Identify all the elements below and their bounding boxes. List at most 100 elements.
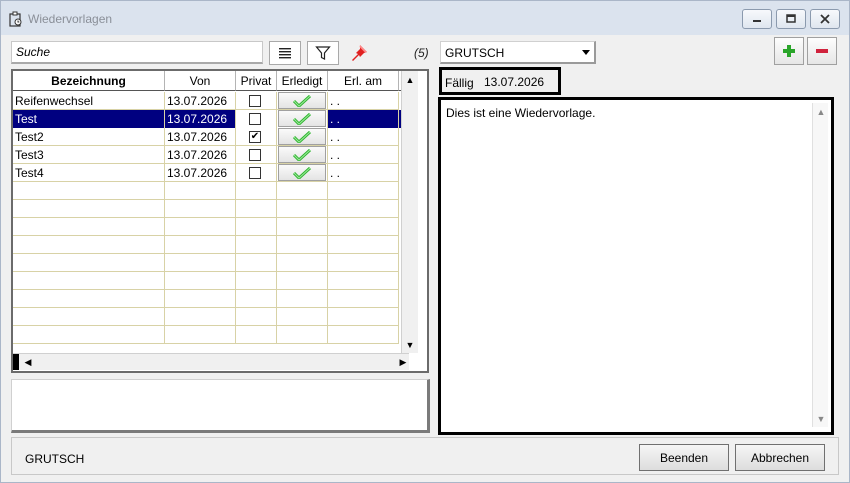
cell-von: 13.07.2026 [165,128,236,146]
memo-textarea[interactable]: Dies ist eine Wiedervorlage. ▲ ▼ [438,97,834,435]
erledigt-button[interactable] [278,110,326,127]
filter-button[interactable] [307,41,339,65]
minus-icon [816,49,828,53]
cell-erledigt [277,128,328,146]
column-header-bezeichnung[interactable]: Bezeichnung [13,71,165,91]
empty-row [13,200,409,218]
cell-bezeichnung [13,218,165,236]
wiedervorlagen-window: Wiedervorlagen Suche (5) GRUTSCH Fällig … [0,0,850,483]
cell-von [165,200,236,218]
cell-erl-am: . . [328,110,399,128]
plus-icon [783,45,795,57]
minimize-button[interactable] [742,9,772,29]
cell-privat [236,308,277,326]
empty-row [13,182,409,200]
scroll-right-icon[interactable]: ▶ [395,354,411,370]
column-header-erledigt[interactable]: Erledigt [277,71,328,91]
privat-checkbox[interactable] [249,167,261,179]
cell-erledigt [277,92,328,110]
cell-von [165,326,236,344]
cell-von: 13.07.2026 [165,164,236,182]
pin-icon[interactable] [349,43,369,63]
cell-von: 13.07.2026 [165,110,236,128]
cell-erl-am [328,218,399,236]
memo-scroll-up-icon[interactable]: ▲ [813,104,829,120]
cell-erledigt [277,308,328,326]
cell-privat [236,182,277,200]
horizontal-scrollbar[interactable]: ◀ ▶ [13,353,409,370]
scroll-left-icon[interactable]: ◀ [20,354,36,370]
minimize-icon [753,20,761,22]
column-header-von[interactable]: Von [165,71,236,91]
cell-privat [236,272,277,290]
privat-checkbox[interactable] [249,95,261,107]
cell-bezeichnung [13,182,165,200]
cell-erl-am [328,200,399,218]
erledigt-button[interactable] [278,92,326,109]
memo-scroll-down-icon[interactable]: ▼ [813,411,829,427]
user-combo[interactable]: GRUTSCH [440,41,596,64]
close-button[interactable] [810,9,840,29]
chevron-down-icon [582,50,590,55]
scroll-down-icon[interactable]: ▼ [402,337,418,353]
cell-erl-am [328,308,399,326]
detail-box[interactable] [11,379,430,433]
table-row[interactable]: Test13.07.2026. .G [13,110,409,128]
erledigt-button[interactable] [278,164,326,181]
cell-bezeichnung: Test4 [13,164,165,182]
faellig-field: Fällig 13.07.2026 [439,67,561,95]
faellig-date-input[interactable]: 13.07.2026 [484,73,558,91]
column-header-privat[interactable]: Privat [236,71,277,91]
list-view-button[interactable] [269,41,301,65]
erledigt-button[interactable] [278,128,326,145]
list-icon [279,48,291,59]
search-input[interactable]: Suche [11,41,263,64]
cell-erl-am [328,290,399,308]
cell-von [165,218,236,236]
empty-row [13,272,409,290]
cell-von [165,254,236,272]
cell-von [165,182,236,200]
table-row[interactable]: Test313.07.2026. .GI [13,146,409,164]
filter-icon [315,46,331,60]
vertical-scrollbar[interactable]: ▲ ▼ [401,71,418,353]
window-icon [9,11,22,27]
cell-erledigt [277,236,328,254]
cell-bezeichnung [13,200,165,218]
empty-row [13,290,409,308]
table-row[interactable]: Test413.07.2026. .GI [13,164,409,182]
cell-privat [236,236,277,254]
title-bar: Wiedervorlagen [1,1,849,35]
table-row[interactable]: Test213.07.2026✔. .GI [13,128,409,146]
cell-erl-am [328,254,399,272]
privat-checkbox[interactable]: ✔ [249,131,261,143]
memo-text: Dies ist eine Wiedervorlage. [446,106,596,120]
close-icon [820,14,830,24]
add-button[interactable] [774,37,804,65]
cell-privat [236,110,277,128]
erledigt-button[interactable] [278,146,326,163]
cell-erledigt [277,182,328,200]
column-header-erl-am[interactable]: Erl. am [328,71,399,91]
cell-erl-am: . . [328,164,399,182]
cell-privat [236,200,277,218]
cell-erledigt [277,218,328,236]
remove-button[interactable] [807,37,837,65]
table-row[interactable]: Reifenwechsel13.07.2026. .GI [13,92,409,110]
privat-checkbox[interactable] [249,149,261,161]
abbrechen-button[interactable]: Abbrechen [735,444,825,471]
beenden-button[interactable]: Beenden [639,444,729,471]
cell-bezeichnung [13,272,165,290]
scroll-thumb[interactable] [13,354,19,370]
cell-privat [236,146,277,164]
cell-bezeichnung: Test3 [13,146,165,164]
empty-row [13,218,409,236]
memo-scrollbar[interactable]: ▲ ▼ [812,103,828,427]
empty-row [13,236,409,254]
check-icon [293,94,311,107]
maximize-button[interactable] [776,9,806,29]
privat-checkbox[interactable] [249,113,261,125]
window-title: Wiedervorlagen [28,12,113,26]
cell-privat [236,326,277,344]
scroll-up-icon[interactable]: ▲ [402,72,418,88]
